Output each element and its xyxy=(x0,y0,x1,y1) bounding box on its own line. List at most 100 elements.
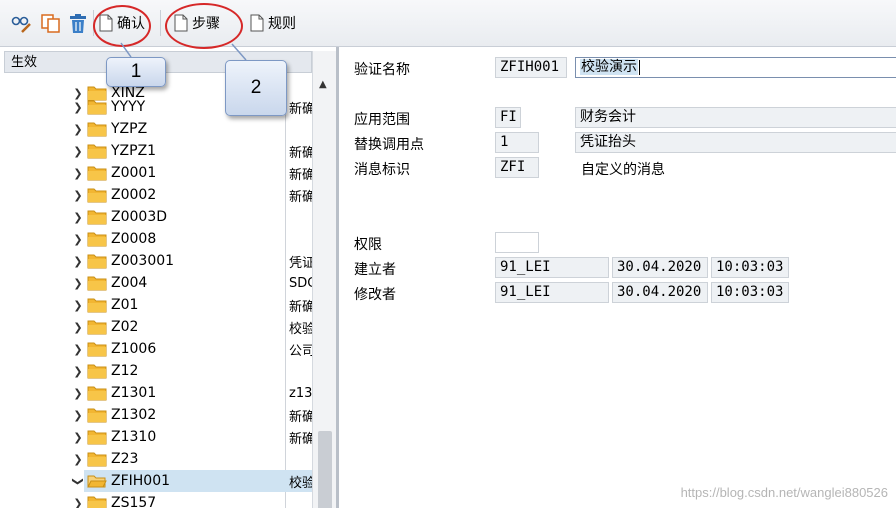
tree-node[interactable]: ❯ Z003001 凭证 xyxy=(60,250,312,272)
tree-node-description: 新确 xyxy=(289,101,312,117)
chevron-right-icon[interactable]: ❯ xyxy=(73,101,83,114)
tree-node[interactable]: ❯ Z1006 公司 xyxy=(60,338,312,360)
folder-icon xyxy=(87,407,107,423)
rules-button[interactable]: 规则 xyxy=(250,10,296,36)
tree-node[interactable]: ❯ Z01 新确 xyxy=(60,294,312,316)
message-id-text: 自定义的消息 xyxy=(581,162,665,178)
chevron-right-icon[interactable]: ❯ xyxy=(73,189,83,202)
validation-name-input[interactable]: 校验演示 xyxy=(575,57,896,78)
created-by-user: 91_LEI xyxy=(495,257,609,278)
tree-node-label: Z12 xyxy=(111,363,139,379)
tree-node[interactable]: ❯ YZPZ1 新确 xyxy=(60,140,312,162)
toolbar-separator xyxy=(160,10,161,36)
scroll-thumb[interactable] xyxy=(318,431,332,508)
tree-node[interactable]: ❯ Z23 xyxy=(60,448,312,470)
chevron-right-icon[interactable]: ❯ xyxy=(73,211,83,224)
form-panel: 验证名称 ZFIH001 校验演示 应用范围 FI 财务会计 替换调用点 1 凭… xyxy=(339,47,896,508)
tree-node-label: ZS157 xyxy=(111,495,157,508)
created-by-label: 建立者 xyxy=(354,262,396,278)
folder-icon xyxy=(87,143,107,159)
tree-node[interactable]: ❯ Z02 校验 xyxy=(60,316,312,338)
tree-node[interactable]: ❯ Z1301 z130 xyxy=(60,382,312,404)
message-id-field: ZFI xyxy=(495,157,539,178)
scope-text-field: 财务会计 xyxy=(575,107,896,128)
chevron-right-icon[interactable]: ❯ xyxy=(73,167,83,180)
chevron-right-icon[interactable]: ❯ xyxy=(73,233,83,246)
chevron-right-icon[interactable]: ❯ xyxy=(73,343,83,356)
folder-icon xyxy=(87,165,107,181)
changed-date: 30.04.2020 xyxy=(612,282,708,303)
folder-icon xyxy=(87,187,107,203)
tree-node-label: Z1310 xyxy=(111,429,157,445)
folder-icon xyxy=(87,275,107,291)
chevron-right-icon[interactable]: ❯ xyxy=(73,145,83,158)
tree-node-description: z130 xyxy=(289,385,312,401)
chevron-right-icon[interactable]: ❯ xyxy=(73,321,83,334)
validation-name-label: 验证名称 xyxy=(354,62,410,78)
tree-node-label: Z1006 xyxy=(111,341,157,357)
chevron-right-icon[interactable]: ❯ xyxy=(73,277,83,290)
chevron-down-icon[interactable]: ❯ xyxy=(72,476,85,486)
callpoint-code-field: 1 xyxy=(495,132,539,153)
chevron-right-icon[interactable]: ❯ xyxy=(73,299,83,312)
tree-node-description: 凭证 xyxy=(289,255,312,271)
scope-label: 应用范围 xyxy=(354,112,410,128)
toolbar-separator xyxy=(93,10,94,36)
tree-node[interactable]: ❯ Z0002 新确 xyxy=(60,184,312,206)
steps-button[interactable]: 步骤 xyxy=(174,10,220,36)
chevron-right-icon[interactable]: ❯ xyxy=(73,255,83,268)
tree-node-description: SDC xyxy=(289,275,312,291)
tree-node[interactable]: ❯ ZS157 xyxy=(60,492,312,508)
tree-node-description: 新确 xyxy=(289,299,312,315)
created-time: 10:03:03 xyxy=(711,257,789,278)
chevron-right-icon[interactable]: ❯ xyxy=(73,387,83,400)
tree-node-description: 校验 xyxy=(289,321,312,337)
confirm-button[interactable]: 确认 xyxy=(99,10,145,36)
tree-node[interactable]: ❯ Z0003D xyxy=(60,206,312,228)
tree-node-label: YYYY xyxy=(111,99,146,115)
folder-icon xyxy=(87,319,107,335)
validation-name-code: ZFIH001 xyxy=(495,57,567,78)
rules-button-label: 规则 xyxy=(268,16,296,32)
tree-node-description: 新确 xyxy=(289,409,312,425)
tree-node-label: Z1302 xyxy=(111,407,157,423)
tree-node-label: Z0002 xyxy=(111,187,157,203)
chevron-right-icon[interactable]: ❯ xyxy=(73,365,83,378)
copy-icon[interactable] xyxy=(40,12,62,34)
tree-node-description: 新确 xyxy=(289,167,312,183)
tree-node-label: Z0008 xyxy=(111,231,157,247)
annotation-callout-2: 2 xyxy=(225,60,287,116)
folder-icon xyxy=(87,297,107,313)
scope-code-field: FI xyxy=(495,107,521,128)
changed-by-user: 91_LEI xyxy=(495,282,609,303)
created-date: 30.04.2020 xyxy=(612,257,708,278)
trash-icon[interactable] xyxy=(67,12,89,34)
changed-time: 10:03:03 xyxy=(711,282,789,303)
tree-node[interactable]: ❯ Z12 xyxy=(60,360,312,382)
tree-node-description: 校验 xyxy=(289,475,312,491)
tree-node[interactable]: ❯ Z0001 新确 xyxy=(60,162,312,184)
tree-node[interactable]: ❯ Z1302 新确 xyxy=(60,404,312,426)
toolbar: 确认 步骤 规则 xyxy=(0,0,896,47)
tree-node[interactable]: ❯ Z1310 新确 xyxy=(60,426,312,448)
tree-node[interactable]: ❯ Z0008 xyxy=(60,228,312,250)
tree-node[interactable]: ❯ ZFIH001 校验 xyxy=(60,470,312,492)
tree-node-label: Z0001 xyxy=(111,165,157,181)
watermark-text: https://blog.csdn.net/wanglei880526 xyxy=(680,485,888,500)
chevron-right-icon[interactable]: ❯ xyxy=(73,409,83,422)
chevron-right-icon[interactable]: ❯ xyxy=(73,123,83,136)
folder-icon xyxy=(87,385,107,401)
chevron-right-icon[interactable]: ❯ xyxy=(73,431,83,444)
text-caret xyxy=(639,59,640,75)
glasses-pencil-icon[interactable] xyxy=(10,12,32,34)
chevron-right-icon[interactable]: ❯ xyxy=(73,497,83,508)
scroll-up-icon[interactable]: ▲ xyxy=(319,79,327,90)
chevron-right-icon[interactable]: ❯ xyxy=(73,453,83,466)
tree-node-description: 新确 xyxy=(289,431,312,447)
tree-scrollbar[interactable]: ▲ xyxy=(312,51,336,508)
tree-panel: 生效 ▲ ❯ XINZ ❯ YYYY 新确 ❯ YZPZ ❯ YZPZ1 新确 ❯ Z0001 新确 ❯ Z… xyxy=(0,47,336,508)
tree-node[interactable]: ❯ Z004 SDC xyxy=(60,272,312,294)
tree-node[interactable]: ❯ YZPZ xyxy=(60,118,312,140)
tree-node-label: Z0003D xyxy=(111,209,167,225)
authorization-field[interactable] xyxy=(495,232,539,253)
